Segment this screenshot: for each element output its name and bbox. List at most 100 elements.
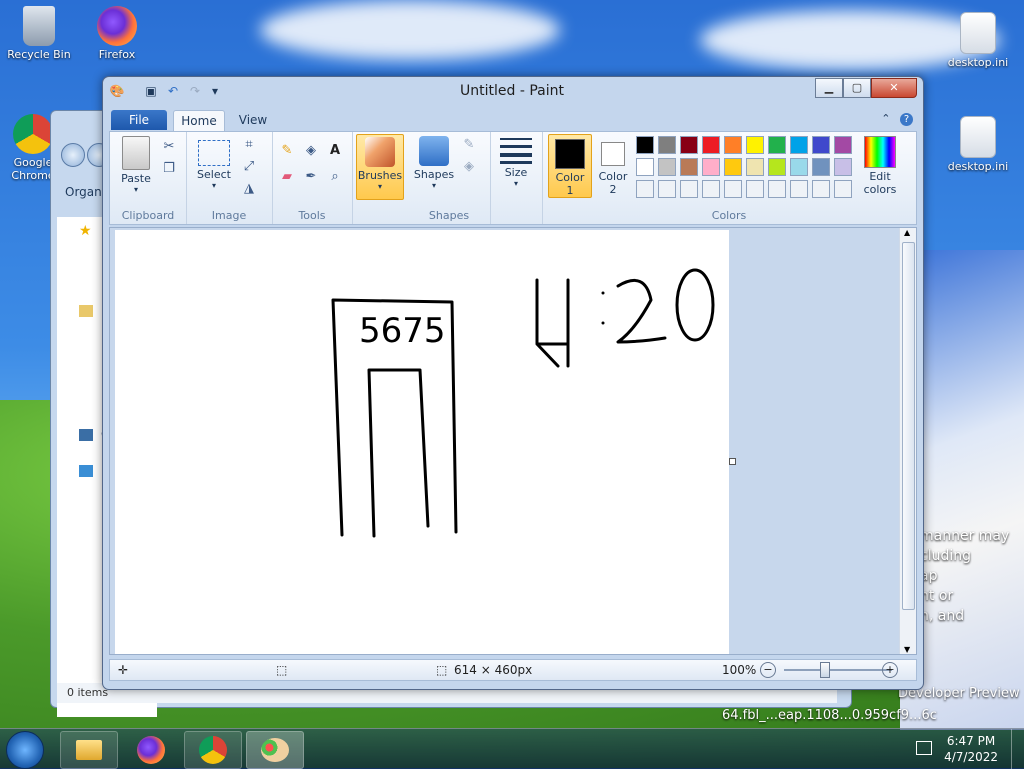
close-button[interactable]: ✕ xyxy=(871,78,917,98)
rotate-icon[interactable]: ◮ xyxy=(240,180,258,198)
paint-window[interactable]: 🎨 ▣ ↶ ↷ ▾ Untitled - Paint ▁ ▢ ✕ File Ho… xyxy=(102,76,924,690)
brushes-button[interactable]: Brushes ▾ xyxy=(356,134,404,200)
palette-empty-swatch[interactable] xyxy=(636,180,654,198)
taskbar-paint[interactable] xyxy=(246,731,304,769)
network-tray-icon[interactable] xyxy=(916,741,932,755)
size-button[interactable]: Size ▾ xyxy=(496,134,536,188)
select-button[interactable]: Select ▾ xyxy=(192,134,236,190)
help-icon[interactable]: ? xyxy=(900,113,913,126)
zoom-slider-thumb[interactable] xyxy=(820,662,830,678)
cut-icon[interactable]: ✂ xyxy=(160,138,178,156)
palette-empty-swatch[interactable] xyxy=(658,180,676,198)
maximize-button[interactable]: ▢ xyxy=(843,78,871,98)
ribbon-minimize-icon[interactable]: ⌃ xyxy=(881,112,890,125)
shapes-icon xyxy=(419,136,449,166)
shapes-button[interactable]: Shapes ▾ xyxy=(410,134,458,190)
scroll-thumb[interactable] xyxy=(902,242,915,610)
crop-icon[interactable]: ⌗ xyxy=(240,136,258,154)
ribbon-home: Paste ▾ ✂ ❐ Clipboard Select ▾ ⌗ ⤢ ◮ Ima… xyxy=(109,131,917,225)
palette-swatch[interactable] xyxy=(636,158,654,176)
window-title: Untitled - Paint xyxy=(460,83,564,99)
palette-empty-swatch[interactable] xyxy=(702,180,720,198)
zoom-in-button[interactable]: + xyxy=(882,662,898,678)
drawing: 5675 xyxy=(331,268,715,538)
tab-home[interactable]: Home xyxy=(173,110,225,131)
magnifier-icon[interactable]: ⌕ xyxy=(326,168,344,186)
desktop-icon-label: Recycle Bin xyxy=(7,48,71,61)
palette-swatch[interactable] xyxy=(790,158,808,176)
palette-swatch[interactable] xyxy=(680,158,698,176)
scroll-up-icon[interactable]: ▲ xyxy=(904,228,910,237)
palette-swatch[interactable] xyxy=(724,136,742,154)
palette-empty-swatch[interactable] xyxy=(768,180,786,198)
colors-group: Color 1 Color 2 Edit colors Colors xyxy=(542,132,916,224)
taskbar-explorer[interactable] xyxy=(60,731,118,769)
desktop-icon-label: Google Chrome xyxy=(11,156,55,182)
palette-swatch[interactable] xyxy=(834,136,852,154)
palette-swatch[interactable] xyxy=(658,158,676,176)
palette-empty-swatch[interactable] xyxy=(746,180,764,198)
palette-swatch[interactable] xyxy=(768,136,786,154)
pencil-icon[interactable]: ✎ xyxy=(278,142,296,160)
desktop-icon-firefox[interactable]: Firefox xyxy=(80,6,154,61)
color1-button[interactable]: Color 1 xyxy=(548,134,592,198)
canvas-resize-handle[interactable] xyxy=(729,458,736,465)
palette-swatch[interactable] xyxy=(812,136,830,154)
palette-swatch[interactable] xyxy=(768,158,786,176)
palette-swatch[interactable] xyxy=(834,158,852,176)
digit-four-stroke xyxy=(535,278,570,368)
palette-empty-swatch[interactable] xyxy=(834,180,852,198)
watermark-line: ap xyxy=(920,568,938,584)
colon-dot xyxy=(601,291,605,295)
taskbar-chrome[interactable] xyxy=(184,731,242,769)
fill-shape-icon[interactable]: ◈ xyxy=(460,158,478,176)
taskbar-firefox[interactable] xyxy=(122,731,180,769)
edit-colors-button[interactable]: Edit colors xyxy=(858,134,902,196)
paste-button[interactable]: Paste ▾ xyxy=(114,134,158,194)
color1-number: 1 xyxy=(566,184,574,197)
color-picker-icon[interactable]: ✒ xyxy=(302,168,320,186)
tab-view[interactable]: View xyxy=(233,110,273,130)
palette-swatch[interactable] xyxy=(702,136,720,154)
show-desktop-button[interactable] xyxy=(1011,729,1024,769)
resize-icon[interactable]: ⤢ xyxy=(240,158,258,176)
select-icon xyxy=(198,140,230,166)
palette-swatch[interactable] xyxy=(746,158,764,176)
taskbar: 6:47 PM 4/7/2022 xyxy=(0,728,1024,769)
minimize-button[interactable]: ▁ xyxy=(815,78,843,98)
drawing-canvas[interactable]: 5675 xyxy=(115,230,736,654)
start-button[interactable] xyxy=(6,731,44,769)
desktop-icon-recycle-bin[interactable]: Recycle Bin xyxy=(2,6,76,61)
zoom-out-button[interactable]: − xyxy=(760,662,776,678)
palette-empty-swatch[interactable] xyxy=(790,180,808,198)
palette-swatch[interactable] xyxy=(702,158,720,176)
color2-button[interactable]: Color 2 xyxy=(594,134,632,196)
outline-icon[interactable]: ✎ xyxy=(460,136,478,154)
title-bar[interactable]: 🎨 ▣ ↶ ↷ ▾ Untitled - Paint ▁ ▢ ✕ xyxy=(103,77,921,105)
colon-dot xyxy=(601,321,605,325)
eraser-icon[interactable]: ▰ xyxy=(278,168,296,186)
palette-swatch[interactable] xyxy=(680,136,698,154)
scroll-down-icon[interactable]: ▼ xyxy=(904,645,910,654)
tab-file[interactable]: File xyxy=(111,110,167,130)
palette-swatch[interactable] xyxy=(812,158,830,176)
image-group: Select ▾ ⌗ ⤢ ◮ Image xyxy=(186,132,273,224)
computer-icon xyxy=(79,429,93,441)
clock[interactable]: 6:47 PM 4/7/2022 xyxy=(944,733,998,765)
desktop-icon-desktop-ini-2[interactable]: desktop.ini xyxy=(938,116,1018,173)
palette-swatch[interactable] xyxy=(790,136,808,154)
palette-swatch[interactable] xyxy=(636,136,654,154)
fill-icon[interactable]: ◈ xyxy=(302,142,320,160)
palette-empty-swatch[interactable] xyxy=(724,180,742,198)
desktop-icon-desktop-ini[interactable]: desktop.ini xyxy=(938,12,1018,69)
palette-swatch[interactable] xyxy=(658,136,676,154)
vertical-scrollbar[interactable]: ▲ ▼ xyxy=(899,228,916,654)
palette-swatch[interactable] xyxy=(724,158,742,176)
zoom-slider-track[interactable] xyxy=(784,669,892,671)
copy-icon[interactable]: ❐ xyxy=(160,160,178,178)
text-icon[interactable]: A xyxy=(326,142,344,160)
palette-empty-swatch[interactable] xyxy=(680,180,698,198)
palette-empty-swatch[interactable] xyxy=(812,180,830,198)
palette-swatch[interactable] xyxy=(746,136,764,154)
back-icon[interactable] xyxy=(61,143,85,167)
